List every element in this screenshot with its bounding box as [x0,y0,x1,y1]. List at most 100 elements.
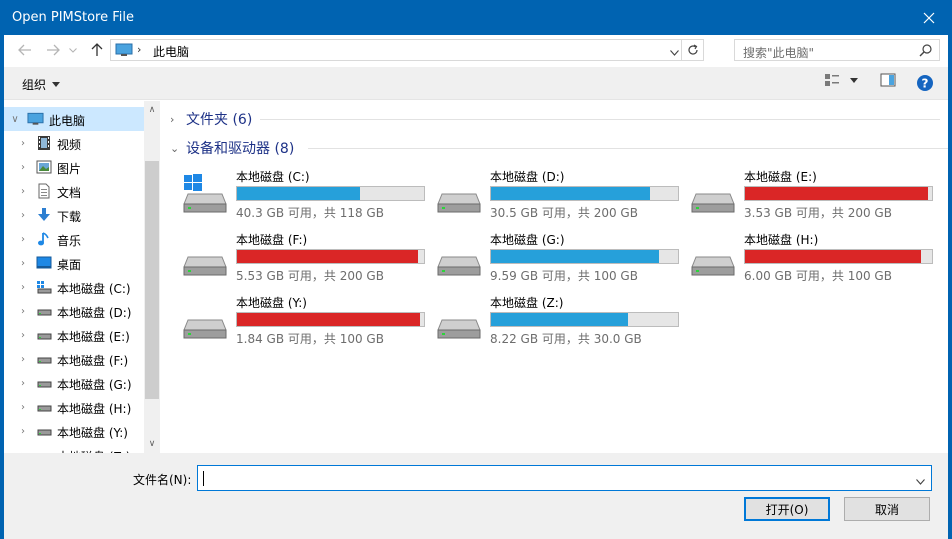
drive-name: 本地磁盘 (D:) [490,170,565,184]
chevron-right-icon[interactable]: › [18,256,28,270]
drive-icon [35,351,52,367]
address-dropdown-icon[interactable] [670,45,679,59]
sidebar-item[interactable]: › 下载 [4,203,144,227]
drive-icon [35,423,52,439]
organize-menu-button[interactable]: 组织 [22,76,61,93]
scroll-down-arrow-icon[interactable]: ∨ [144,437,160,451]
sidebar-item[interactable]: › 桌面 [4,251,144,275]
drive-name: 本地磁盘 (E:) [744,170,817,184]
sidebar-item[interactable]: › 本地磁盘 (C:) [4,275,144,299]
chevron-right-icon[interactable]: › [18,328,28,342]
system-drive-icon [182,174,230,220]
forward-button[interactable] [42,39,64,61]
drive-space-info: 8.22 GB 可用，共 30.0 GB [490,332,642,346]
chevron-right-icon[interactable]: › [18,304,28,318]
search-icon [919,43,933,60]
drive-usage-bar [490,249,679,264]
sidebar-item[interactable]: › 本地磁盘 (Y:) [4,419,144,443]
window-border-right [948,35,952,539]
scrollbar-thumb[interactable] [145,161,159,399]
sidebar-item-label: 本地磁盘 (C:) [57,282,131,296]
preview-pane-button[interactable] [880,73,896,87]
help-button[interactable]: ? [916,74,934,92]
search-box[interactable]: 搜索"此电脑" [734,39,940,61]
chevron-right-icon[interactable]: › [18,352,28,366]
close-button[interactable] [906,0,952,35]
scroll-up-arrow-icon[interactable]: ∧ [144,103,160,117]
chevron-down-icon [69,47,77,53]
drive-space-info: 6.00 GB 可用，共 100 GB [744,269,892,283]
refresh-button[interactable] [681,40,703,60]
filename-input[interactable] [197,465,932,491]
back-arrow-icon [18,44,31,56]
drive-tile[interactable]: 本地磁盘 (G:) 9.59 GB 可用，共 100 GB [436,231,686,291]
up-arrow-icon [91,43,103,56]
drive-tile[interactable]: 本地磁盘 (E:) 3.53 GB 可用，共 200 GB [690,168,940,228]
sidebar-item[interactable]: › 本地磁盘 (F:) [4,347,144,371]
sidebar-item[interactable]: › 文档 [4,179,144,203]
sidebar-item[interactable]: › 视频 [4,131,144,155]
chevron-right-icon[interactable]: › [18,184,28,198]
drive-tile[interactable]: 本地磁盘 (D:) 30.5 GB 可用，共 200 GB [436,168,686,228]
open-button[interactable]: 打开(O) [744,497,830,521]
chevron-right-icon[interactable]: › [18,232,28,246]
chevron-down-icon[interactable]: ∨ [10,112,20,126]
drive-tile[interactable]: 本地磁盘 (Z:) 8.22 GB 可用，共 30.0 GB [436,294,686,354]
drive-space-info: 1.84 GB 可用，共 100 GB [236,332,384,346]
drive-usage-bar [490,186,679,201]
group-header-drives[interactable]: ⌄ 设备和驱动器 (8) [170,138,948,158]
sidebar-item-label: 本地磁盘 (F:) [57,354,129,368]
up-button[interactable] [86,39,108,61]
pc-icon [27,111,44,127]
forward-arrow-icon [47,44,60,56]
sidebar-item[interactable]: › 本地磁盘 (E:) [4,323,144,347]
caret-down-icon [850,77,858,83]
address-bar[interactable]: › 此电脑 [110,39,704,61]
cancel-button[interactable]: 取消 [844,497,930,521]
chevron-right-icon[interactable]: › [18,208,28,222]
navigation-pane-scrollbar[interactable]: ∧ ∨ [144,101,160,453]
group-header-folders[interactable]: › 文件夹 (6) [170,109,940,129]
chevron-down-icon: ⌄ [170,141,180,155]
breadcrumb[interactable]: 此电脑 [153,43,189,60]
group-divider [308,148,948,149]
chevron-right-icon[interactable]: › [18,376,28,390]
group-divider [260,119,940,120]
sidebar-item-label: 本地磁盘 (H:) [57,402,132,416]
chevron-right-icon[interactable]: › [18,400,28,414]
chevron-right-icon[interactable]: › [18,280,28,294]
file-dialog-footer: 文件名(N): 打开(O) 取消 [4,453,948,539]
sidebar-item[interactable]: › 本地磁盘 (D:) [4,299,144,323]
pc-icon [115,43,133,60]
sidebar-item[interactable]: ›本地磁盘 (Z:) [4,443,144,454]
sidebar-item[interactable]: › 音乐 [4,227,144,251]
view-options-button[interactable] [824,73,858,87]
drive-space-info: 40.3 GB 可用，共 118 GB [236,206,384,220]
chevron-right-icon[interactable]: › [18,160,28,174]
sidebar-item[interactable]: › 图片 [4,155,144,179]
sidebar-item[interactable]: › 本地磁盘 (G:) [4,371,144,395]
drive-space-info: 3.53 GB 可用，共 200 GB [744,206,892,220]
recent-locations-button[interactable] [66,39,80,61]
drive-icon [690,174,738,220]
drive-usage-fill [237,313,421,326]
document-icon [35,183,52,199]
chevron-right-icon[interactable]: › [18,424,28,438]
drive-usage-fill [745,250,921,263]
refresh-icon [687,44,698,55]
drive-tile[interactable]: 本地磁盘 (F:) 5.53 GB 可用，共 200 GB [182,231,432,291]
drive-name: 本地磁盘 (C:) [236,170,310,184]
chevron-right-icon[interactable]: › [18,136,28,150]
drive-tile[interactable]: 本地磁盘 (C:) 40.3 GB 可用，共 118 GB [182,168,432,228]
close-icon [923,12,935,23]
drive-icon [182,300,230,346]
filename-dropdown-icon[interactable] [916,474,925,488]
back-button[interactable] [14,39,36,61]
window-title: Open PIMStore File [12,10,134,25]
sidebar-item[interactable]: › 本地磁盘 (H:) [4,395,144,419]
sidebar-item-label: 本地磁盘 (E:) [57,330,130,344]
drive-tile[interactable]: 本地磁盘 (Y:) 1.84 GB 可用，共 100 GB [182,294,432,354]
system-drive-icon [35,279,52,295]
drive-tile[interactable]: 本地磁盘 (H:) 6.00 GB 可用，共 100 GB [690,231,940,291]
sidebar-item[interactable]: ∨ 此电脑 [4,107,144,131]
